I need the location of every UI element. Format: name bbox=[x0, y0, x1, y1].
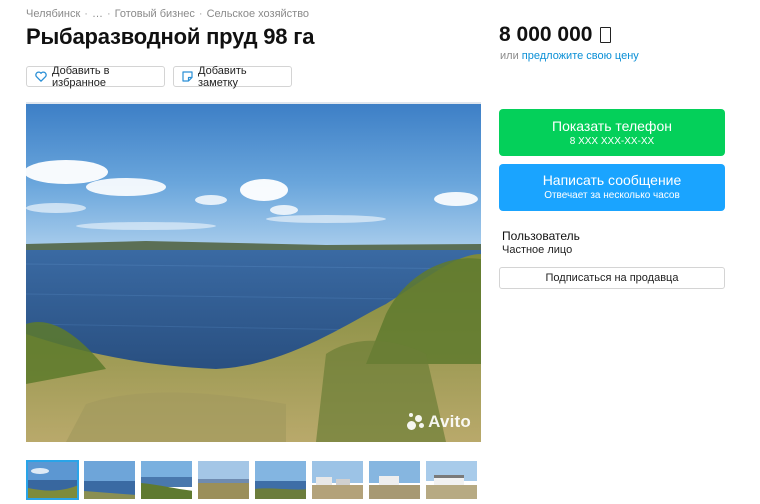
subscribe-seller-button[interactable]: Подписаться на продавца bbox=[499, 267, 725, 289]
add-to-favorites-label: Добавить в избранное bbox=[52, 64, 110, 89]
breadcrumb-separator: · bbox=[84, 8, 88, 20]
avito-watermark: Avito bbox=[407, 412, 471, 432]
thumbnail[interactable] bbox=[254, 460, 307, 500]
avito-watermark-text: Avito bbox=[428, 412, 471, 431]
thumbnail[interactable] bbox=[311, 460, 364, 500]
thumbnail[interactable] bbox=[26, 460, 79, 500]
thumbnail-strip bbox=[26, 460, 478, 500]
price: 8 000 000 bbox=[499, 23, 612, 47]
breadcrumb-city[interactable]: Челябинск bbox=[26, 8, 80, 20]
write-message-button[interactable]: Написать сообщение Отвечает за несколько… bbox=[499, 164, 725, 211]
breadcrumb-separator: · bbox=[106, 8, 111, 20]
breadcrumb-separator: · bbox=[198, 8, 203, 20]
show-phone-label: Показать телефон bbox=[552, 118, 672, 134]
lake-photo bbox=[26, 104, 481, 442]
masked-phone-number: 8 XXX XXX-XX-XX bbox=[569, 136, 655, 147]
thumbnail[interactable] bbox=[83, 460, 136, 500]
listing-actions: Добавить в избранное Добавить заметку bbox=[26, 64, 292, 89]
ruble-placeholder-icon bbox=[600, 27, 612, 43]
add-to-favorites-button[interactable]: Добавить в избранное bbox=[26, 64, 165, 89]
breadcrumb-subcategory[interactable]: Сельское хозяйство bbox=[207, 8, 309, 20]
seller-type: Частное лицо bbox=[502, 244, 573, 256]
breadcrumb: Челябинск · … · Готовый бизнес · Сельско… bbox=[26, 8, 309, 20]
add-note-button[interactable]: Добавить заметку bbox=[173, 64, 292, 89]
write-message-label: Написать сообщение bbox=[542, 172, 682, 188]
breadcrumb-category[interactable]: Готовый бизнес bbox=[115, 8, 195, 20]
avito-logo-icon bbox=[407, 413, 425, 431]
price-amount: 8 000 000 bbox=[499, 23, 593, 46]
page-title: Рыбаразводной пруд 98 га bbox=[26, 24, 315, 49]
breadcrumb-ellipsis[interactable]: … bbox=[92, 8, 103, 20]
offer-prefix: или bbox=[500, 50, 519, 62]
heart-icon bbox=[35, 71, 47, 82]
thumbnail[interactable] bbox=[425, 460, 478, 500]
add-note-label: Добавить заметку bbox=[198, 64, 247, 89]
thumbnail[interactable] bbox=[368, 460, 421, 500]
show-phone-button[interactable]: Показать телефон 8 XXX XXX-XX-XX bbox=[499, 109, 725, 156]
seller-name[interactable]: Пользователь bbox=[502, 229, 580, 243]
note-icon bbox=[182, 71, 193, 82]
thumbnail[interactable] bbox=[140, 460, 193, 500]
response-time-text: Отвечает за несколько часов bbox=[544, 190, 680, 201]
thumbnail[interactable] bbox=[197, 460, 250, 500]
offer-price-link[interactable]: предложите свою цену bbox=[522, 50, 639, 62]
main-photo[interactable]: Avito bbox=[26, 102, 481, 442]
price-offer: или предложите свою цену bbox=[500, 50, 639, 62]
